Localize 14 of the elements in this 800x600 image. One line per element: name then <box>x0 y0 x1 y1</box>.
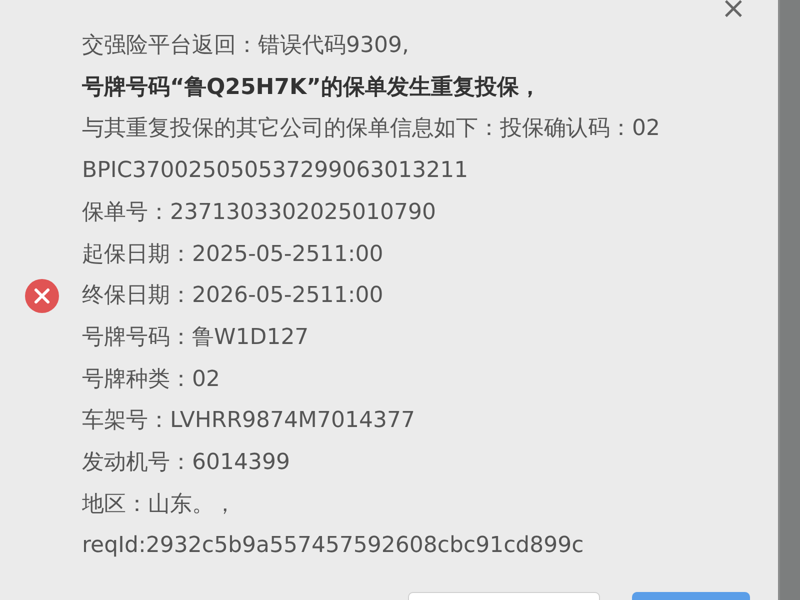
message-line: 终保日期：2026-05-2511:00 <box>82 282 384 310</box>
message-line: 交强险平台返回：错误代码9309, <box>82 32 409 60</box>
message-line: 车架号：LVHRR9874M7014377 <box>82 407 415 436</box>
message-line: 发动机号：6014399 <box>82 449 290 478</box>
message-line: BPIC370025050537299063013211 <box>82 157 468 186</box>
close-button[interactable]: × <box>716 0 750 24</box>
message-line: 号牌号码：鲁W1D127 <box>82 324 309 352</box>
message-line: 与其重复投保的其它公司的保单信息如下：投保确认码：02 <box>82 115 660 144</box>
message-line: 地区：山东。， <box>82 490 236 519</box>
message-line: 起保日期：2025-05-2511:00 <box>82 240 384 269</box>
message-line: 保单号：2371303302025010790 <box>82 198 436 227</box>
message-line: 号牌种类：02 <box>82 366 220 394</box>
message-line: reqId:2932c5b9a557457592608cbc91cd899c <box>82 532 584 560</box>
message-line: 号牌号码“鲁Q25H7K”的保单发生重复投保， <box>82 74 542 102</box>
